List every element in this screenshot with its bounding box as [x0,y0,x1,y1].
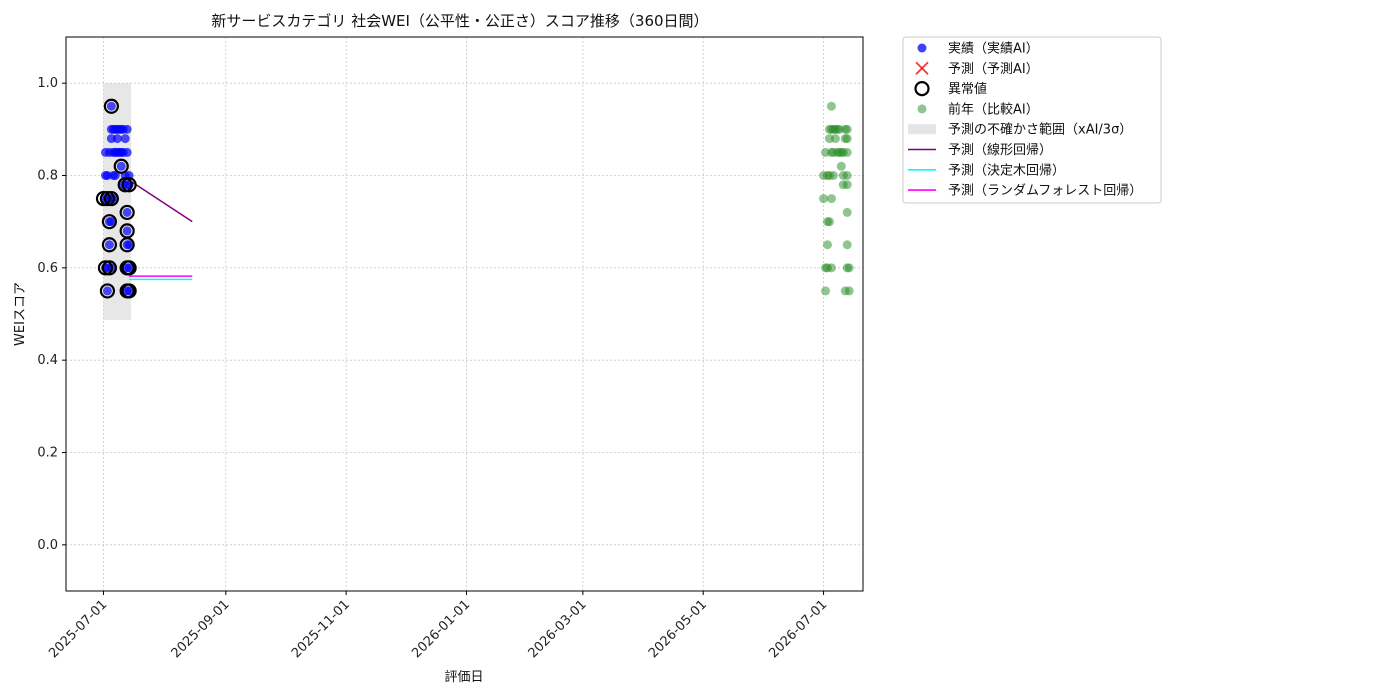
legend-label: 前年（比較AI） [948,101,1039,117]
prev-year-point [836,161,846,171]
prev-year-point [821,286,831,296]
actual-point [122,207,132,217]
prev-year-point [842,134,852,144]
blue-dot-icon [917,43,927,53]
prev-year-point [826,101,836,111]
actual-point [122,226,132,236]
prev-year-point [822,240,832,250]
y-ticks: 0.0 0.2 0.4 0.6 0.8 1.0 [37,76,66,553]
gray-band-icon [908,124,936,135]
plot-frame [65,36,864,592]
x-axis-label: 評価日 [444,670,483,685]
y-tick-label: 0.0 [37,538,58,553]
chart-root: 新サービスカテゴリ 社会WEI（公平性・公正さ）スコア推移（360日間） 202… [0,0,1400,700]
prev-year-point [826,263,836,273]
actual-point [104,240,114,250]
prev-year-point [842,180,852,190]
legend: 実績（実績AI） 予測（予測AI） 異常値前年（比較AI） 予測の不確かさ範囲（xAI… [902,36,1162,204]
chart-svg: 新サービスカテゴリ 社会WEI（公平性・公正さ）スコア推移（360日間） 202… [13,12,1162,685]
prev-year-point [819,194,829,204]
actual-point [122,124,132,134]
actual-point [116,161,126,171]
legend-label: 予測（予測AI） [948,62,1039,77]
prediction-line [128,179,193,223]
prev-year-point [842,171,852,180]
grid-layer [66,37,863,591]
prediction-line-layer [128,179,193,281]
prev-year-point [826,194,836,204]
chart-title: 新サービスカテゴリ 社会WEI（公平性・公正さ）スコア推移（360日間） [211,12,708,30]
x-tick-label: 2025-09-01 [169,597,233,661]
y-tick-label: 1.0 [37,76,58,91]
actual-point [102,286,112,296]
legend-label: 異常値 [948,81,987,97]
legend-label: 予測（ランダムフォレスト回帰） [948,183,1142,199]
legend-label: 予測の不確かさ範囲（xAI/3σ） [948,122,1132,138]
prev-year-point [844,263,854,273]
legend-label: 実績（実績AI） [948,41,1039,57]
x-tick-label: 2026-03-01 [526,597,590,661]
actual-point [120,134,130,144]
prev-year-point [844,286,854,296]
prev-year-point [824,217,834,227]
prev-year-point [842,124,852,134]
y-tick-label: 0.8 [37,169,58,184]
actual-point [112,134,122,144]
prev-year-point [842,207,852,217]
y-tick-label: 0.4 [37,353,58,368]
prev-year-point [842,240,852,250]
prev-year-points-layer [819,101,854,296]
x-tick-label: 2026-07-01 [766,597,830,661]
y-axis-label: WEIスコア [13,282,28,346]
actual-point [122,147,132,157]
actual-point [106,101,116,111]
legend-label: 予測（決定木回帰） [948,162,1065,178]
prev-year-point [842,147,852,157]
x-tick-label: 2026-05-01 [646,597,710,661]
x-tick-label: 2025-07-01 [46,597,110,661]
y-tick-label: 0.6 [37,261,58,276]
x-ticks: 2025-07-01 2025-09-01 2025-11-01 2026-01-01… [46,591,830,661]
legend-label: 予測（線形回帰） [948,142,1052,158]
green-dot-icon [917,104,927,114]
prev-year-point [828,171,838,180]
prev-year-point [830,134,840,144]
x-tick-label: 2026-01-01 [409,597,473,661]
y-tick-label: 0.2 [37,446,58,461]
x-tick-label: 2025-11-01 [289,597,353,661]
